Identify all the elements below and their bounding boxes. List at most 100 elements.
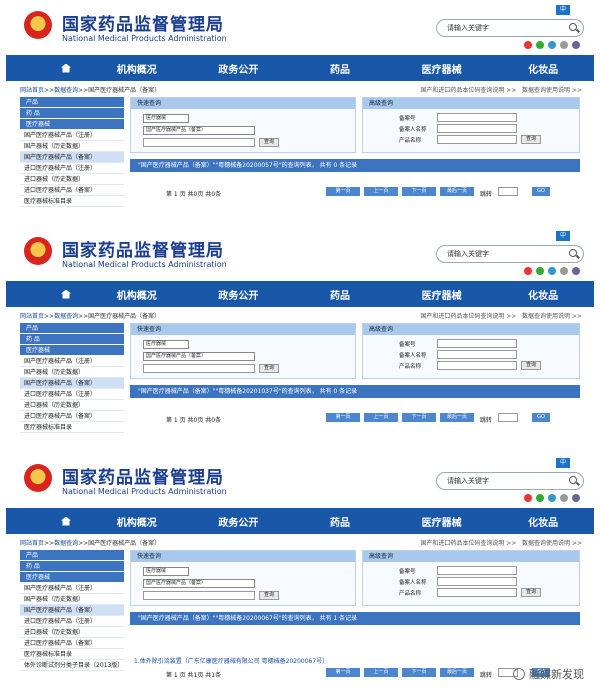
sidebar-header[interactable]: 产品	[20, 97, 124, 108]
nav-item[interactable]: 医疗器械	[391, 61, 493, 76]
sidebar-item[interactable]: 国产医疗器械产品（备案）	[20, 605, 124, 616]
sidebar-item[interactable]: 国产医疗器械产品（注册）	[20, 356, 124, 367]
nav-item[interactable]: 政务公开	[188, 61, 290, 76]
category-select[interactable]: 医疗器械	[143, 567, 189, 576]
sidebar-header[interactable]: 药 品	[20, 561, 124, 572]
crumb-data[interactable]: 数据查询	[54, 87, 78, 94]
sidebar-item[interactable]: 进口医疗器械产品（备案）	[20, 638, 124, 649]
nav-item[interactable]: 医疗器械	[391, 514, 493, 529]
nav-item[interactable]: 医疗器械	[391, 287, 493, 302]
sidebar-item[interactable]: 国产医疗器械产品（注册）	[20, 130, 124, 141]
language-toggle[interactable]: 中	[556, 231, 570, 241]
mobile-icon[interactable]	[548, 267, 556, 275]
user-icon[interactable]	[572, 41, 580, 49]
pager-button[interactable]: 上一页	[364, 187, 398, 196]
sidebar-header[interactable]: 产品	[20, 323, 124, 334]
sidebar-item[interactable]: 国产器械（历史数据）	[20, 141, 124, 152]
nav-item[interactable]: 药品	[289, 287, 391, 302]
weibo-icon[interactable]	[524, 41, 532, 49]
crumb-data[interactable]: 数据查询	[54, 540, 78, 547]
pager-button[interactable]: 第一页	[326, 413, 360, 422]
type-select[interactable]: 国产医疗器械产品（备案）	[143, 126, 255, 135]
advanced-query-button[interactable]: 查询	[521, 588, 541, 597]
weibo-icon[interactable]	[524, 494, 532, 502]
pager-button[interactable]: 最后一页	[440, 187, 474, 196]
search-input[interactable]: 请输入关键字	[436, 19, 584, 37]
sidebar-item[interactable]: 进口器械（历史数据）	[20, 174, 124, 185]
nav-item[interactable]: 药品	[289, 514, 391, 529]
pager-button[interactable]: 最后一页	[440, 668, 474, 677]
crumb-data[interactable]: 数据查询	[54, 313, 78, 320]
mobile-icon[interactable]	[548, 494, 556, 502]
category-select[interactable]: 医疗器械	[143, 114, 189, 123]
help-link[interactable]: 国产和进口药品本位码查询说明 >>	[420, 313, 516, 320]
type-select[interactable]: 国产医疗器械产品（备案）	[143, 579, 255, 588]
nav-item[interactable]: 化妆品	[492, 514, 594, 529]
search-icon[interactable]	[569, 249, 577, 257]
nav-item[interactable]: 政务公开	[188, 287, 290, 302]
nav-item[interactable]: 化妆品	[492, 287, 594, 302]
sidebar-header[interactable]: 产品	[20, 550, 124, 561]
nav-item[interactable]: 化妆品	[492, 61, 594, 76]
help-link[interactable]: 国产和进口药品本位码查询说明 >>	[420, 540, 516, 547]
result-link[interactable]: 1.体外除引流装置（广东亿康医疗器械有限公司 粤穗械备20200067号）	[134, 656, 328, 665]
record-number-input[interactable]	[437, 113, 517, 122]
usage-link[interactable]: 数据查询使用说明 >>	[522, 540, 582, 547]
keyword-input[interactable]	[143, 364, 255, 373]
help-link[interactable]: 国产和进口药品本位码查询说明 >>	[420, 87, 516, 94]
home-icon[interactable]	[46, 281, 86, 307]
sidebar-header[interactable]: 医疗器械	[20, 119, 124, 130]
go-button[interactable]: GO	[532, 187, 550, 196]
sidebar-item[interactable]: 国产医疗器械产品（备案）	[20, 378, 124, 389]
quick-query-button[interactable]: 查询	[259, 364, 279, 373]
nav-item[interactable]: 药品	[289, 61, 391, 76]
sidebar-item[interactable]: 国产器械（历史数据）	[20, 594, 124, 605]
search-icon[interactable]	[569, 23, 577, 31]
mobile-icon[interactable]	[548, 41, 556, 49]
product-name-input[interactable]	[437, 588, 517, 597]
quick-query-button[interactable]: 查询	[259, 591, 279, 600]
user-icon[interactable]	[572, 267, 580, 275]
registrant-input[interactable]	[437, 577, 517, 586]
page-number-input[interactable]	[498, 187, 518, 196]
nav-item[interactable]: 政务公开	[188, 514, 290, 529]
keyword-input[interactable]	[143, 138, 255, 147]
type-select[interactable]: 国产医疗器械产品（备案）	[143, 352, 255, 361]
registrant-input[interactable]	[437, 350, 517, 359]
search-input[interactable]: 请输入关键字	[436, 472, 584, 490]
sidebar-item[interactable]: 进口器械（历史数据）	[20, 627, 124, 638]
wechat-icon[interactable]	[536, 494, 544, 502]
pager-button[interactable]: 上一页	[364, 413, 398, 422]
product-name-input[interactable]	[437, 135, 517, 144]
sidebar-item[interactable]: 医疗器械标准目录	[20, 196, 124, 207]
user-icon[interactable]	[572, 494, 580, 502]
pager-button[interactable]: 第一页	[326, 187, 360, 196]
message-icon[interactable]	[560, 494, 568, 502]
language-toggle[interactable]: 中	[556, 458, 570, 468]
search-input[interactable]: 请输入关键字	[436, 245, 584, 263]
nav-item[interactable]: 机构概况	[86, 514, 188, 529]
pager-button[interactable]: 下一页	[402, 668, 436, 677]
pager-button[interactable]: 下一页	[402, 187, 436, 196]
nav-item[interactable]: 机构概况	[86, 287, 188, 302]
wechat-icon[interactable]	[536, 267, 544, 275]
quick-query-button[interactable]: 查询	[259, 138, 279, 147]
sidebar-header[interactable]: 药 品	[20, 108, 124, 119]
category-select[interactable]: 医疗器械	[143, 340, 189, 349]
home-icon[interactable]	[46, 508, 86, 534]
record-number-input[interactable]	[437, 339, 517, 348]
sidebar-item[interactable]: 进口器械（历史数据）	[20, 400, 124, 411]
sidebar-header[interactable]: 医疗器械	[20, 572, 124, 583]
crumb-home[interactable]: 网站首页	[20, 313, 44, 320]
message-icon[interactable]	[560, 267, 568, 275]
sidebar-item[interactable]: 国产医疗器械产品（注册）	[20, 583, 124, 594]
wechat-icon[interactable]	[536, 41, 544, 49]
nav-item[interactable]: 机构概况	[86, 61, 188, 76]
sidebar-item[interactable]: 进口医疗器械产品（注册）	[20, 616, 124, 627]
sidebar-item[interactable]: 进口医疗器械产品（注册）	[20, 163, 124, 174]
sidebar-item[interactable]: 医疗器械标准目录	[20, 422, 124, 433]
pager-button[interactable]: 下一页	[402, 413, 436, 422]
pager-button[interactable]: 第一页	[326, 668, 360, 677]
usage-link[interactable]: 数据查询使用说明 >>	[522, 87, 582, 94]
crumb-home[interactable]: 网站首页	[20, 540, 44, 547]
